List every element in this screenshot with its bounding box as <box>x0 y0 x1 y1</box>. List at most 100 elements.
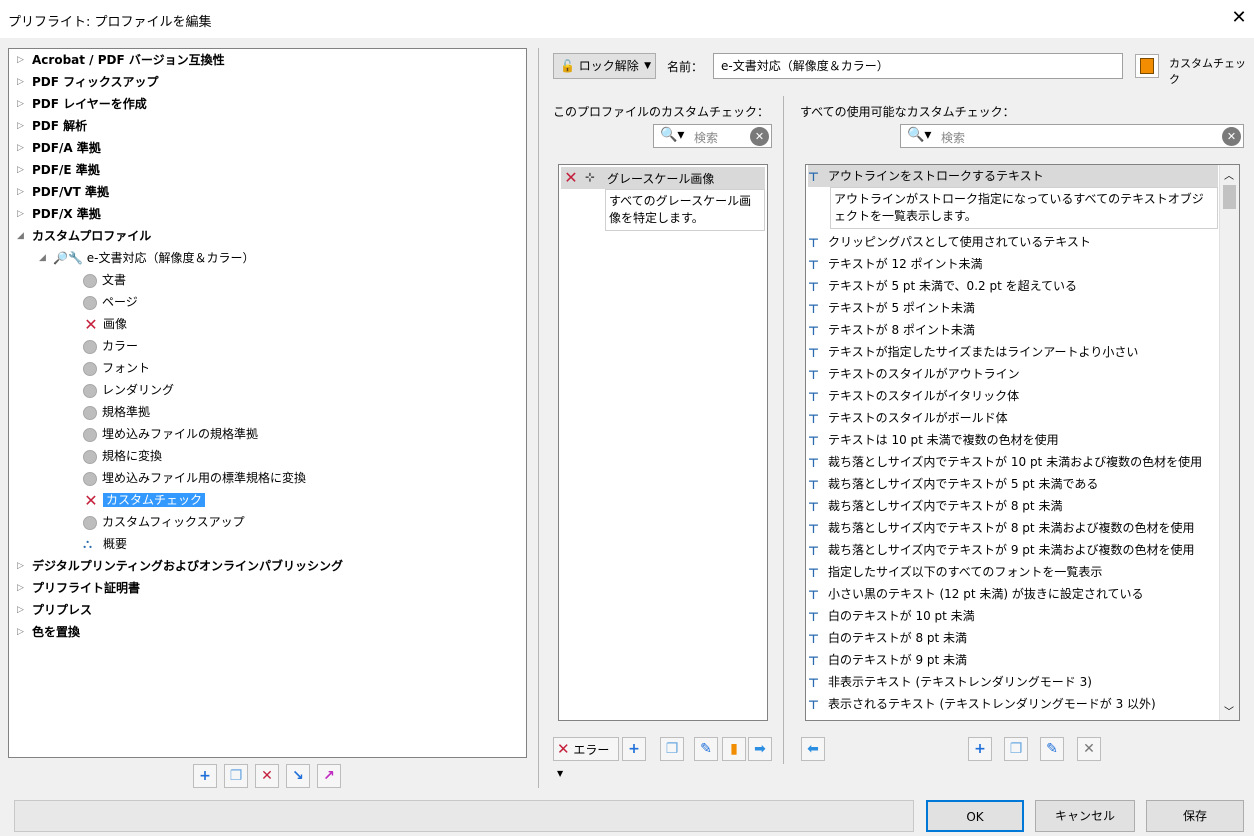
tree-profile[interactable]: ◢ 🔎🔧 e-文書対応（解像度＆カラー） <box>39 247 254 269</box>
import-profile-button[interactable]: ↘ <box>286 764 310 788</box>
tree-item[interactable]: 埋め込みファイルの規格準拠 <box>83 423 258 445</box>
profile-tree[interactable]: ▷ Acrobat / PDF バージョン互換性 ▷ PDF フィックスアップ ▷ PDF… <box>8 48 527 758</box>
list-item[interactable]: ⊤ 裁ち落としサイズ内でテキストが 9 pt 未満および複数の色材を使用 <box>808 539 1218 561</box>
tree-category[interactable]: ▷ PDF/X 準拠 <box>17 203 101 225</box>
list-item[interactable]: ⊤ テキストのスタイルがイタリック体 <box>808 385 1218 407</box>
list-item[interactable]: ⊤ テキストのスタイルがアウトライン <box>808 363 1218 385</box>
expand-arrow-icon[interactable]: ▷ <box>17 621 27 643</box>
tree-item[interactable]: 規格準拠 <box>83 401 150 423</box>
edit-available-check-button[interactable]: ✎ <box>1040 737 1064 761</box>
all-checks-list[interactable]: ︿ ﹀ ⊤ アウトラインをストロークするテキスト アウトラインがストローク指定になっ… <box>805 164 1240 721</box>
unlock-button[interactable]: 🔓 ロック解除 ▼ <box>553 53 656 79</box>
expand-arrow-icon[interactable]: ▷ <box>17 577 27 599</box>
chevron-down-icon[interactable]: ▼ <box>644 54 651 78</box>
expand-arrow-icon[interactable]: ▷ <box>17 181 27 203</box>
tree-category-custom-profiles[interactable]: ◢ カスタムプロファイル <box>17 225 151 247</box>
list-item[interactable]: ⊤ 裁ち落としサイズ内でテキストが 10 pt 未満および複数の色材を使用 <box>808 451 1218 473</box>
tree-category[interactable]: ▷ PDF レイヤーを作成 <box>17 93 147 115</box>
expand-arrow-icon[interactable]: ▷ <box>17 599 27 621</box>
profile-search-input[interactable]: 🔍▾ 検索 ✕ <box>653 124 772 148</box>
tree-category[interactable]: ▷ Acrobat / PDF バージョン互換性 <box>17 49 225 71</box>
scroll-up-icon[interactable]: ︿ <box>1224 167 1234 182</box>
tree-item[interactable]: ✕ カスタムチェック <box>83 489 206 511</box>
expand-arrow-icon[interactable]: ▷ <box>17 137 27 159</box>
tree-item[interactable]: ページ <box>83 291 138 313</box>
tree-category[interactable]: ▷ デジタルプリンティングおよびオンラインパブリッシング <box>17 555 343 577</box>
tree-category[interactable]: ▷ プリプレス <box>17 599 92 621</box>
delete-profile-button[interactable]: ✕ <box>255 764 279 788</box>
all-checks-search-input[interactable]: 🔍▾ 検索 ✕ <box>900 124 1244 148</box>
list-item[interactable]: ✕ ⊹ グレースケール画像 <box>561 167 765 189</box>
expand-arrow-icon[interactable]: ▷ <box>17 49 27 71</box>
tree-item[interactable]: 埋め込みファイル用の標準規格に変換 <box>83 467 306 489</box>
cancel-button[interactable]: キャンセル <box>1035 800 1135 832</box>
export-profile-button[interactable]: ↗ <box>317 764 341 788</box>
duplicate-profile-button[interactable]: ❐ <box>224 764 248 788</box>
ok-button[interactable]: OK <box>926 800 1024 832</box>
duplicate-check-button[interactable]: ❐ <box>660 737 684 761</box>
save-button[interactable]: 保存 <box>1146 800 1244 832</box>
tree-item[interactable]: カラー <box>83 335 138 357</box>
tree-item[interactable]: ✕ 画像 <box>83 313 127 335</box>
list-item[interactable]: ⊤ 裁ち落としサイズ内でテキストが 5 pt 未満である <box>808 473 1218 495</box>
add-check-button[interactable]: + <box>622 737 646 761</box>
expand-arrow-icon[interactable]: ▷ <box>17 93 27 115</box>
list-item[interactable]: ⊤ アウトラインをストロークするテキスト <box>808 165 1218 187</box>
tree-item[interactable]: カスタムフィックスアップ <box>83 511 245 533</box>
list-item[interactable]: ⊤ テキストが 8 ポイント未満 <box>808 319 1218 341</box>
new-check-button[interactable]: + <box>968 737 992 761</box>
tree-category[interactable]: ▷ 色を置換 <box>17 621 80 643</box>
list-item[interactable]: ⊤ 裁ち落としサイズ内でテキストが 8 pt 未満 <box>808 495 1218 517</box>
tree-category[interactable]: ▷ PDF フィックスアップ <box>17 71 159 93</box>
tree-item[interactable]: フォント <box>83 357 150 379</box>
list-item[interactable]: ⊤ テキストが 5 pt 未満で、0.2 pt を超えている <box>808 275 1218 297</box>
list-item[interactable]: ⊤ テキストが 12 ポイント未満 <box>808 253 1218 275</box>
profile-checks-list[interactable]: ✕ ⊹ グレースケール画像 すべてのグレースケール画像を特定します。 <box>558 164 768 721</box>
tree-item[interactable]: レンダリング <box>83 379 174 401</box>
move-left-button[interactable]: ⬅ <box>801 737 825 761</box>
scrollbar[interactable]: ︿ ﹀ <box>1219 165 1239 720</box>
clear-search-icon[interactable]: ✕ <box>750 127 769 146</box>
tree-category[interactable]: ▷ プリフライト証明書 <box>17 577 140 599</box>
tree-category[interactable]: ▷ PDF 解析 <box>17 115 87 137</box>
name-field[interactable]: e-文書対応（解像度＆カラー） <box>713 53 1123 79</box>
tree-category[interactable]: ▷ PDF/VT 準拠 <box>17 181 109 203</box>
duplicate-available-check-button[interactable]: ❐ <box>1004 737 1028 761</box>
tree-item[interactable]: ⛬ 概要 <box>83 533 127 555</box>
move-right-button[interactable]: ➡ <box>748 737 772 761</box>
list-item[interactable]: ⊤ 指定したサイズ以下のすべてのフォントを一覧表示 <box>808 561 1218 583</box>
tree-item[interactable]: 文書 <box>83 269 126 291</box>
tree-item[interactable]: 規格に変換 <box>83 445 162 467</box>
scroll-down-icon[interactable]: ﹀ <box>1224 703 1234 718</box>
list-item[interactable]: ⊤ 表示されるテキスト (テキストレンダリングモードが 3 以外) <box>808 693 1218 715</box>
list-item[interactable]: ⊤ クリッピングパスとして使用されているテキスト <box>808 231 1218 253</box>
collapse-arrow-icon[interactable]: ◢ <box>17 225 27 247</box>
expand-arrow-icon[interactable]: ▷ <box>17 555 27 577</box>
list-item[interactable]: ⊤ 白のテキストが 10 pt 未満 <box>808 605 1218 627</box>
custom-check-button[interactable] <box>1135 54 1159 78</box>
list-item[interactable]: ⊤ 裁ち落としサイズ内でテキストが 8 pt 未満および複数の色材を使用 <box>808 517 1218 539</box>
tree-category[interactable]: ▷ PDF/E 準拠 <box>17 159 100 181</box>
expand-arrow-icon[interactable]: ▷ <box>17 203 27 225</box>
clipboard-button[interactable]: ▮ <box>722 737 746 761</box>
severity-dropdown[interactable]: ✕ エラー ▼ <box>553 737 619 778</box>
delete-available-check-button[interactable]: ✕ <box>1077 737 1101 761</box>
list-item[interactable]: ⊤ テキストは 10 pt 未満で複数の色材を使用 <box>808 429 1218 451</box>
list-item[interactable]: ⊤ テキストのスタイルがボールド体 <box>808 407 1218 429</box>
list-item[interactable]: ⊤ テキストが 5 ポイント未満 <box>808 297 1218 319</box>
expand-arrow-icon[interactable]: ▷ <box>17 159 27 181</box>
add-profile-button[interactable]: + <box>193 764 217 788</box>
close-icon[interactable]: ✕ <box>1228 6 1250 30</box>
list-item[interactable]: ⊤ 小さい黒のテキスト (12 pt 未満) が抜きに設定されている <box>808 583 1218 605</box>
clear-search-icon[interactable]: ✕ <box>1222 127 1241 146</box>
list-item[interactable]: ⊤ テキストが指定したサイズまたはラインアートより小さい <box>808 341 1218 363</box>
expand-arrow-icon[interactable]: ▷ <box>17 115 27 137</box>
tree-category[interactable]: ▷ PDF/A 準拠 <box>17 137 101 159</box>
list-item[interactable]: ⊤ 非表示テキスト (テキストレンダリングモード 3) <box>808 671 1218 693</box>
list-item[interactable]: ⊤ 白のテキストが 9 pt 未満 <box>808 649 1218 671</box>
collapse-arrow-icon[interactable]: ◢ <box>39 247 49 269</box>
list-item[interactable]: ⊤ 白のテキストが 8 pt 未満 <box>808 627 1218 649</box>
edit-check-button[interactable]: ✎ <box>694 737 718 761</box>
scroll-thumb[interactable] <box>1223 185 1236 209</box>
expand-arrow-icon[interactable]: ▷ <box>17 71 27 93</box>
